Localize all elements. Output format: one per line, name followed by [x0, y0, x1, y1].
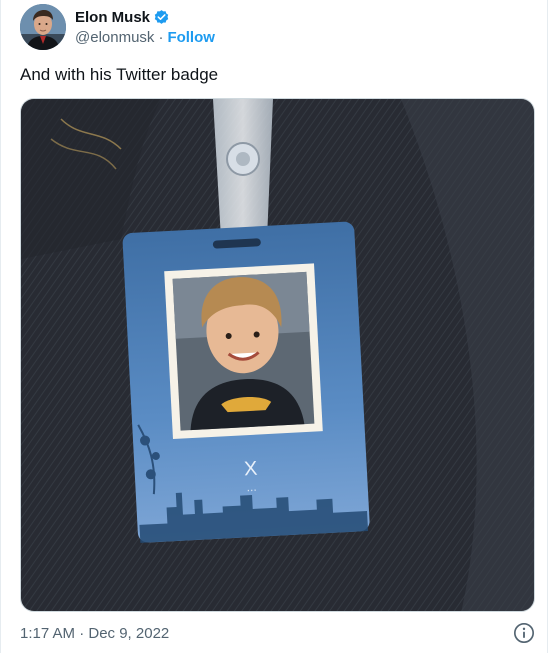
display-name[interactable]: Elon Musk [75, 9, 150, 26]
follow-button[interactable]: Follow [167, 29, 215, 46]
tweet-header: Elon Musk @elonmusk · Follow [20, 4, 215, 50]
display-name-row: Elon Musk [75, 7, 215, 27]
badge-letter: X [243, 458, 257, 481]
author-names: Elon Musk @elonmusk · Follow [75, 7, 215, 47]
info-icon[interactable] [513, 622, 535, 644]
badge-dots: ... [246, 480, 257, 495]
tweet-text: And with his Twitter badge [20, 65, 219, 84]
tweet-photo[interactable]: X ... [20, 98, 535, 612]
handle-row: @elonmusk · Follow [75, 27, 215, 47]
tweet-card: Elon Musk @elonmusk · Follow And with hi… [0, 0, 548, 653]
separator-dot: · [158, 28, 164, 46]
timestamp[interactable]: 1:17 AM · Dec 9, 2022 [20, 625, 169, 642]
tweet-footer: 1:17 AM · Dec 9, 2022 [20, 620, 535, 646]
avatar[interactable] [20, 4, 66, 50]
handle[interactable]: @elonmusk [75, 29, 154, 46]
verified-badge-icon [153, 9, 170, 26]
